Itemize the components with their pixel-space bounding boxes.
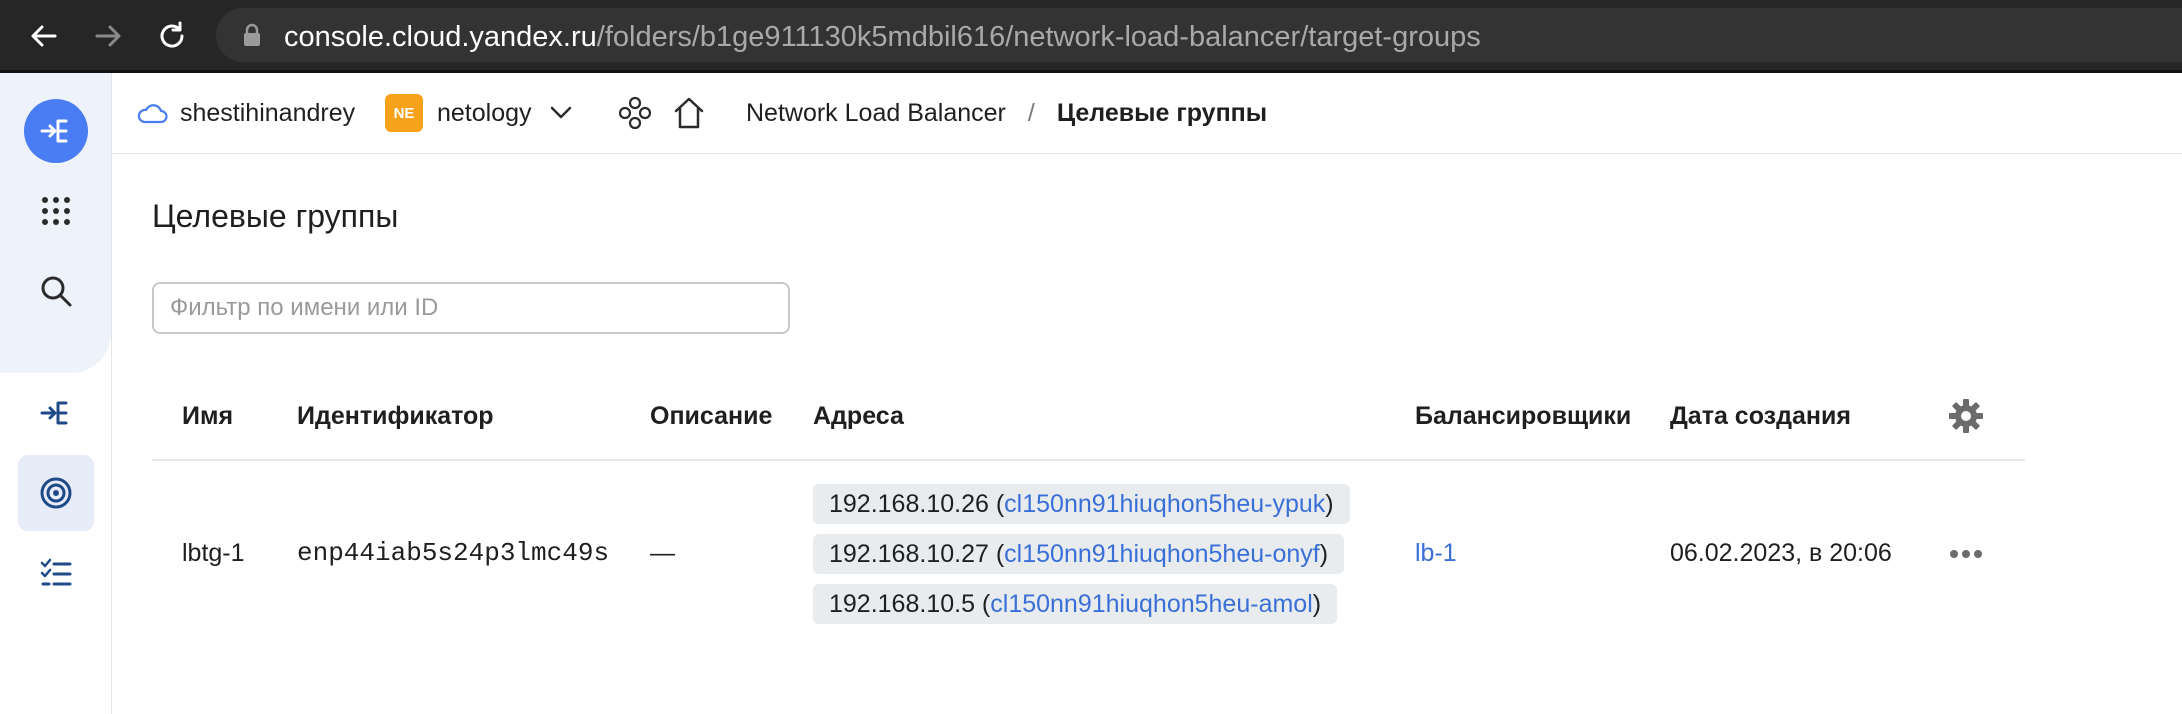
cloud-selector[interactable]: shestihinandrey — [136, 73, 355, 153]
table-header-divider — [152, 459, 2025, 461]
column-header-addresses[interactable]: Адреса — [813, 402, 904, 431]
url-host: console.cloud.yandex.ru — [284, 21, 597, 53]
folder-name: netology — [437, 98, 532, 127]
address-paren-close: ) — [1312, 589, 1322, 618]
home-button[interactable] — [672, 73, 706, 153]
forward-button[interactable] — [86, 14, 130, 58]
arrow-left-icon — [31, 25, 57, 47]
address-chip: 192.168.10.5 (cl150nn91hiuqhon5heu-amol) — [813, 584, 1338, 624]
chevron-down-icon — [550, 106, 571, 119]
cloud-name: shestihinandrey — [180, 98, 356, 127]
nav-target-groups[interactable] — [18, 455, 94, 531]
url-text: console.cloud.yandex.ru/folders/b1ge9111… — [284, 21, 1481, 54]
service-home-button[interactable] — [24, 99, 88, 163]
cell-description: — — [650, 539, 675, 567]
column-header-created[interactable]: Дата создания — [1670, 402, 1851, 431]
checklist-icon — [40, 558, 72, 586]
left-sidebar — [0, 73, 112, 714]
address-ip: 192.168.10.27 — [829, 539, 989, 568]
column-header-id[interactable]: Идентификатор — [297, 402, 494, 431]
home-icon — [674, 97, 704, 129]
services-icon — [618, 96, 652, 130]
breadcrumb-separator: / — [1027, 98, 1035, 127]
search-icon — [41, 276, 72, 307]
grid-icon — [42, 197, 70, 225]
cell-name[interactable]: lbtg-1 — [182, 539, 245, 568]
reload-button[interactable] — [150, 14, 194, 58]
address-ip: 192.168.10.5 — [829, 589, 975, 618]
column-header-description[interactable]: Описание — [650, 402, 772, 431]
address-paren-close: ) — [1319, 539, 1329, 568]
address-paren-close: ) — [1325, 489, 1334, 518]
address-ip: 192.168.10.26 — [829, 489, 989, 518]
lock-icon — [244, 23, 260, 46]
page-title: Целевые группы — [152, 198, 399, 234]
address-paren-open: ( — [974, 589, 991, 618]
cell-created: 06.02.2023, в 20:06 — [1670, 539, 1892, 567]
target-icon — [40, 477, 72, 509]
column-header-balancers[interactable]: Балансировщики — [1415, 402, 1631, 431]
filter-input[interactable] — [152, 282, 790, 334]
all-services-button[interactable] — [24, 179, 88, 243]
breadcrumb: Network Load Balancer / Целевые группы — [746, 73, 1267, 153]
folder-selector[interactable]: NE netology — [385, 73, 572, 153]
table-settings-button[interactable] — [1948, 398, 1984, 434]
breadcrumb-service-link[interactable]: Network Load Balancer — [746, 99, 1006, 128]
breadcrumb-current: Целевые группы — [1056, 98, 1268, 127]
reload-icon — [160, 21, 184, 48]
address-instance-link[interactable]: cl150nn91hiuqhon5heu-amol — [990, 590, 1313, 619]
cell-id: enp44iab5s24p3lmc49s — [297, 538, 610, 568]
console-header: shestihinandrey NE netology Network Load… — [112, 73, 2182, 154]
address-paren-open: ( — [988, 489, 1005, 518]
column-header-name[interactable]: Имя — [182, 402, 233, 431]
cell-balancer-link[interactable]: lb-1 — [1415, 539, 1457, 568]
row-actions-button[interactable] — [1948, 536, 1984, 572]
address-instance-link[interactable]: cl150nn91hiuqhon5heu-onyf — [1004, 540, 1320, 569]
address-paren-open: ( — [988, 539, 1005, 568]
back-button[interactable] — [22, 14, 66, 58]
load-balancer-icon — [40, 119, 68, 143]
arrow-right-icon — [95, 25, 121, 47]
browser-toolbar: console.cloud.yandex.ru/folders/b1ge9111… — [0, 0, 2182, 73]
folder-badge: NE — [385, 94, 423, 132]
services-button[interactable] — [618, 73, 652, 153]
address-chip: 192.168.10.27 (cl150nn91hiuqhon5heu-onyf… — [813, 534, 1345, 574]
search-button[interactable] — [24, 259, 88, 323]
ellipsis-icon — [1950, 550, 1982, 558]
address-chip: 192.168.10.26 (cl150nn91hiuqhon5heu-ypuk… — [813, 484, 1350, 524]
nav-load-balancers[interactable] — [24, 381, 88, 445]
nav-operations[interactable] — [24, 541, 88, 605]
gear-icon — [1949, 399, 1983, 433]
cloud-icon — [137, 104, 168, 124]
load-balancer-icon — [40, 401, 68, 425]
address-bar[interactable]: console.cloud.yandex.ru/folders/b1ge9111… — [216, 8, 2182, 62]
address-instance-link[interactable]: cl150nn91hiuqhon5heu-ypuk — [1004, 490, 1325, 519]
url-path: /folders/b1ge911130k5mdbil616/network-lo… — [596, 21, 1481, 53]
